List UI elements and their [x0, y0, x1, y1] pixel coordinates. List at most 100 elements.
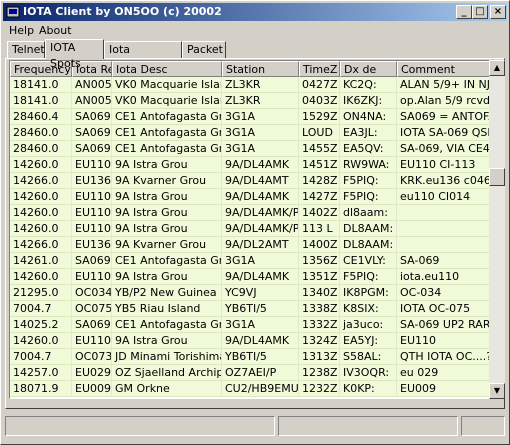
cell-dx-de: F5PIQ: [340, 189, 397, 205]
column-header-station[interactable]: Station [222, 61, 299, 77]
cell-comment [397, 205, 490, 221]
cell-frequency: 14261.0 [10, 253, 72, 269]
cell-timez: 1455Z [299, 141, 340, 157]
table-row[interactable]: 14260.0 EU110 9A Istra Grou 9A/DL4AMK 1451Z R… [10, 157, 490, 173]
cell-iota-desc: 9A Istra Grou [112, 333, 222, 349]
cell-iota-ref: SA069 [72, 253, 112, 269]
cell-station: ZL3KR [222, 77, 299, 93]
cell-dx-de: S58AL: [340, 349, 397, 365]
table-row[interactable]: 18071.9 EU009 GM Orkne CU2/HB9EMU 1232Z K0KP:… [10, 381, 490, 397]
cell-iota-ref: EU110 [72, 205, 112, 221]
cell-iota-desc: CE1 Antofagasta Grou [112, 109, 222, 125]
table-row[interactable]: 7004.7OC073JD Minami Torishima (IYB6TI/5… [10, 349, 490, 365]
table-row[interactable]: 14025.2SA069CE1 Antofagasta Grou3G1A1332… [10, 317, 490, 333]
cell-iota-desc: CE1 Antofagasta Grou [112, 125, 222, 141]
table-row[interactable]: 28460.0SA069CE1 Antofagasta Grou3G1ALOUD… [10, 125, 490, 141]
column-header-comment[interactable]: Comment [397, 61, 490, 77]
cell-comment: ALAN 5/9+ IN NJ [397, 77, 490, 93]
cell-frequency: 14260.0 [10, 189, 72, 205]
cell-iota-ref: EU110 [72, 189, 112, 205]
table-row[interactable]: 14260.0 EU110 9A Istra Grou 9A/DL4AMK 1324Z E… [10, 333, 490, 349]
cell-dx-de: ja3uco: [340, 317, 397, 333]
cell-station: 9A/DL4AMT [222, 173, 299, 189]
cell-station: YB6TI/5 [222, 349, 299, 365]
cell-dx-de: F5PIQ: [340, 173, 397, 189]
cell-frequency: 14260.0 [10, 157, 72, 173]
table-row[interactable]: 14260.0 EU110 9A Istra Grou 9A/DL4AMK 1427Z F… [10, 189, 490, 205]
cell-iota-ref: AN005 [72, 93, 112, 109]
cell-comment: EU110 [397, 333, 490, 349]
cell-dx-de: RW9WA: [340, 157, 397, 173]
status-pane-right [461, 416, 505, 436]
table-row[interactable]: 7004.7 OC075 YB5 Riau Island YB6TI/5 1338Z K8… [10, 301, 490, 317]
table-row[interactable]: 18141.0 AN005 VK0 Macquarie Islan ZL3KR 0403… [10, 93, 490, 109]
status-pane-left [5, 416, 275, 436]
cell-iota-ref: EU110 [72, 157, 112, 173]
cell-frequency: 14257.0 [10, 365, 72, 381]
menu-help[interactable]: Help [9, 24, 34, 37]
cell-timez: 1356Z [299, 253, 340, 269]
table-row[interactable]: 14260.0 EU110 9A Istra Grou 9A/DL4AMK/P 113 … [10, 221, 490, 237]
cell-iota-ref: OC075 [72, 301, 112, 317]
cell-frequency: 7004.7 [10, 349, 72, 365]
cell-station: 9A/DL2AMT [222, 237, 299, 253]
cell-iota-desc: YB5 Riau Island [112, 301, 222, 317]
cell-iota-ref: OC073 [72, 349, 112, 365]
tab-iota-spots[interactable]: IOTA Spots [45, 39, 104, 70]
table-row[interactable]: 14260.0 EU110 9A Istra Grou 9A/DL4AMK/P 1402… [10, 205, 490, 221]
table-row[interactable]: 14261.0SA069CE1 Antofagasta Grou3G1A1356… [10, 253, 490, 269]
cell-dx-de: EA5QV: [340, 141, 397, 157]
cell-iota-desc: VK0 Macquarie Islan [112, 93, 222, 109]
vertical-scrollbar[interactable]: ▲ ▼ [489, 60, 505, 399]
cell-comment: iota.eu110 [397, 269, 490, 285]
cell-dx-de: IK6ZKJ: [340, 93, 397, 109]
cell-timez: 1324Z [299, 333, 340, 349]
cell-iota-ref: EU110 [72, 221, 112, 237]
cell-station: 9A/DL4AMK [222, 269, 299, 285]
cell-frequency: 21295.0 [10, 285, 72, 301]
table-row[interactable]: 21295.0OC034YB/P2 New Guinea (MairYC9VJ1… [10, 285, 490, 301]
tab-iota-references[interactable]: Iota References [104, 41, 182, 72]
table-row[interactable]: 14266.0 EU136 9A Kvarner Grou 9A/DL2AMT 1400… [10, 237, 490, 253]
cell-comment: OC-034 [397, 285, 490, 301]
tab-strip: Telnet IOTA Spots Iota References Packet [5, 39, 505, 72]
minimize-button[interactable]: _ [456, 5, 472, 19]
cell-station: 9A/DL4AMK [222, 189, 299, 205]
main-window: IOTA Client by ON5OO (c) 20002 _ □ × Hel… [0, 0, 510, 445]
title-bar[interactable]: IOTA Client by ON5OO (c) 20002 _ □ × [3, 3, 507, 21]
table-row[interactable]: 18141.0 AN005 VK0 Macquarie Islan ZL3KR 0427… [10, 77, 490, 93]
cell-timez: 113 L [299, 221, 340, 237]
cell-iota-desc: 9A Istra Grou [112, 269, 222, 285]
maximize-button[interactable]: □ [472, 5, 488, 19]
cell-dx-de: dl8aam: [340, 205, 397, 221]
cell-iota-ref: EU136 [72, 173, 112, 189]
cell-comment [397, 221, 490, 237]
cell-frequency: 28460.4 [10, 109, 72, 125]
status-bar [5, 412, 505, 440]
table-row[interactable]: 28460.0SA069CE1 Antofagasta Grou3G1A1455… [10, 141, 490, 157]
column-header-iota-desc[interactable]: Iota Desc [112, 61, 222, 77]
table-row[interactable]: 14266.0 EU136 9A Kvarner Grou 9A/DL4AMT 1428… [10, 173, 490, 189]
close-button[interactable]: × [490, 5, 506, 19]
column-header-timez[interactable]: TimeZ [299, 61, 340, 77]
cell-timez: 1340Z [299, 285, 340, 301]
table-row[interactable]: 14257.0EU029OZ Sjaelland ArchipelaOZ7AEI… [10, 365, 490, 381]
tab-packet[interactable]: Packet [182, 41, 226, 58]
table-row[interactable]: 28460.4SA069CE1 Antofagasta Grou3G1A1529… [10, 109, 490, 125]
cell-frequency: 14025.2 [10, 317, 72, 333]
cell-frequency: 28460.0 [10, 141, 72, 157]
cell-timez: 1351Z [299, 269, 340, 285]
table-row[interactable]: 14260.0 EU110 9A Istra Grou 9A/DL4AMK 1351Z F… [10, 269, 490, 285]
tab-telnet[interactable]: Telnet [7, 41, 45, 58]
cell-frequency: 28460.0 [10, 125, 72, 141]
cell-timez: 0427Z [299, 77, 340, 93]
cell-station: 9A/DL4AMK/P [222, 205, 299, 221]
cell-timez: 1402Z [299, 205, 340, 221]
column-header-dx-de[interactable]: Dx de [340, 61, 397, 77]
scrollbar-thumb[interactable] [489, 168, 505, 186]
scroll-down-button[interactable]: ▼ [489, 383, 505, 399]
scroll-up-button[interactable]: ▲ [489, 60, 505, 76]
menu-about[interactable]: About [39, 24, 72, 37]
cell-frequency: 18141.0 [10, 77, 72, 93]
cell-comment: eu110 CI014 [397, 189, 490, 205]
